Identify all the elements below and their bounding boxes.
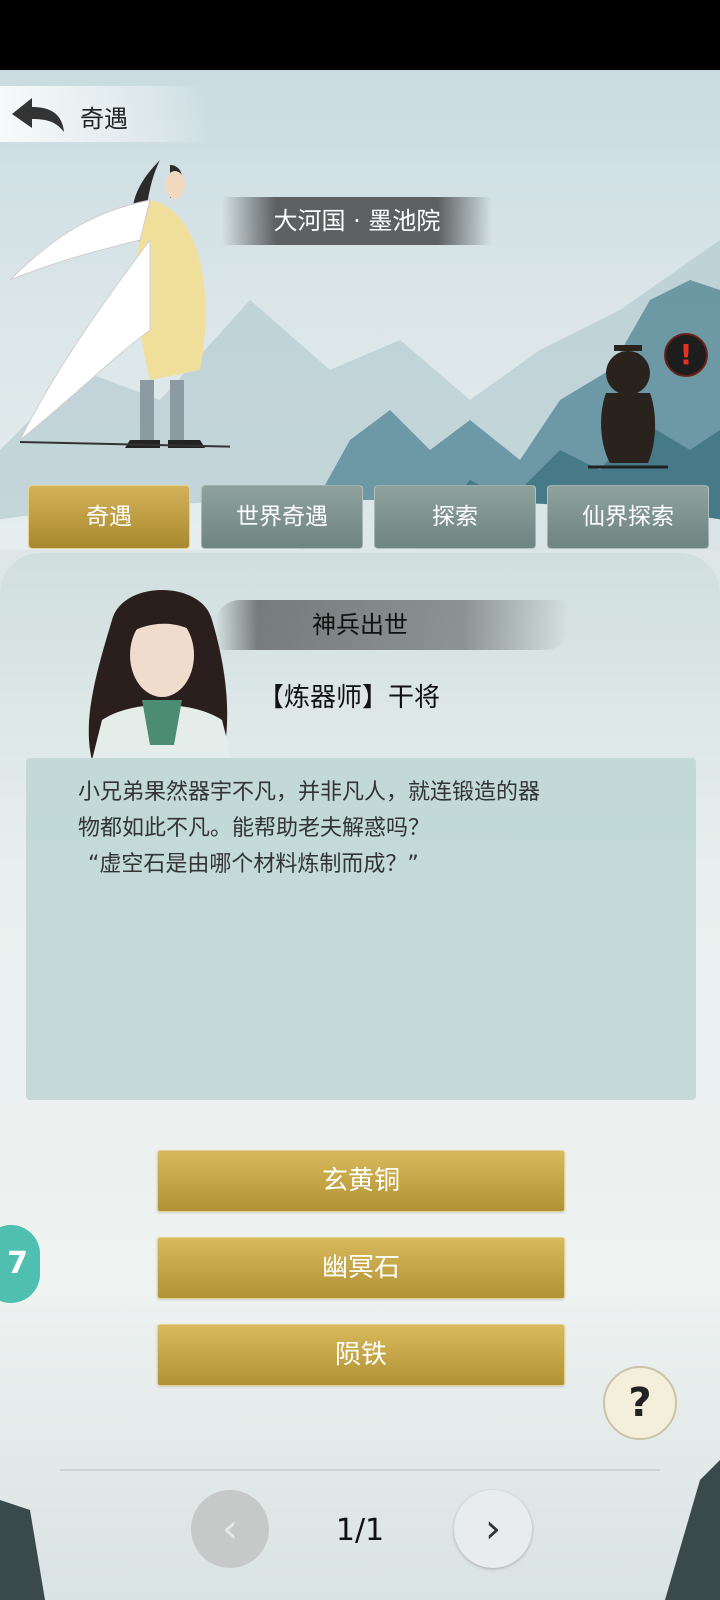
dialog-text: 小兄弟果然器宇不凡，并非凡人，就连锻造的器 物都如此不凡。能帮助老夫解惑吗？ “…	[78, 775, 648, 883]
dialog-line: 物都如此不凡。能帮助老夫解惑吗？	[78, 816, 431, 841]
tab-bar: 奇遇 世界奇遇 探索 仙界探索	[28, 485, 712, 549]
next-page-button[interactable]: ›	[454, 1490, 532, 1568]
back-arrow-icon	[12, 98, 64, 132]
option-button-2[interactable]: 幽冥石	[157, 1237, 565, 1299]
tab-world-encounter[interactable]: 世界奇遇	[201, 485, 363, 549]
location-label: 大河国 · 墨池院	[222, 197, 492, 245]
option-button-1[interactable]: 玄黄铜	[157, 1150, 565, 1212]
back-button[interactable]	[8, 92, 68, 138]
npc-silhouette[interactable]	[588, 335, 668, 475]
tab-explore[interactable]: 探索	[374, 485, 536, 549]
event-title: 神兵出世	[312, 611, 408, 639]
help-button[interactable]: ?	[603, 1366, 677, 1440]
status-bar	[0, 0, 720, 70]
alert-icon: !	[664, 333, 708, 377]
page-indicator: 1/1	[335, 1513, 385, 1548]
npc-name: 【炼器师】干将	[258, 683, 441, 713]
page-title: 奇遇	[80, 105, 128, 133]
tab-encounter[interactable]: 奇遇	[28, 485, 190, 549]
dialog-line: “虚空石是由哪个材料炼制而成？”	[88, 852, 419, 877]
side-float-button[interactable]: 7	[0, 1225, 40, 1303]
hero-character	[9, 160, 230, 448]
option-button-3[interactable]: 陨铁	[157, 1324, 565, 1386]
previous-page-button[interactable]: ‹	[191, 1490, 269, 1568]
dialog-line: 小兄弟果然器宇不凡，并非凡人，就连锻造的器	[78, 780, 541, 805]
tab-immortal-explore[interactable]: 仙界探索	[547, 485, 709, 549]
